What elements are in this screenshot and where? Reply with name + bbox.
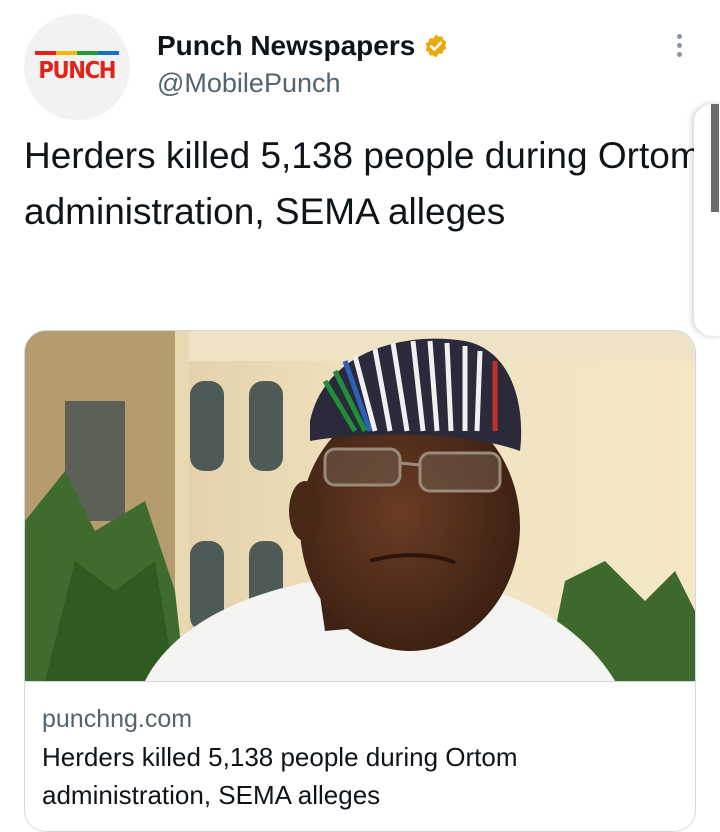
- punch-logo-text: PUNCH: [38, 57, 117, 84]
- link-title: Herders killed 5,138 people during Ortom…: [42, 742, 518, 810]
- tweet-text: Herders killed 5,138 people during Ortom…: [24, 135, 701, 232]
- author-display-name[interactable]: Punch Newspapers: [157, 30, 449, 62]
- verified-badge-icon: [426, 34, 447, 58]
- author-handle[interactable]: @MobilePunch: [157, 68, 341, 99]
- link-domain: punchng.com: [42, 705, 193, 733]
- link-preview-card[interactable]: punchng.com Herders killed 5,138 people …: [24, 330, 696, 832]
- punch-logo-stripe: [35, 50, 119, 55]
- author-avatar[interactable]: PUNCH: [24, 14, 130, 120]
- article-photo: [25, 331, 695, 682]
- scrollbar-thumb[interactable]: [711, 104, 719, 212]
- display-name-text: Punch Newspapers: [157, 30, 416, 61]
- more-options-icon[interactable]: [672, 34, 686, 62]
